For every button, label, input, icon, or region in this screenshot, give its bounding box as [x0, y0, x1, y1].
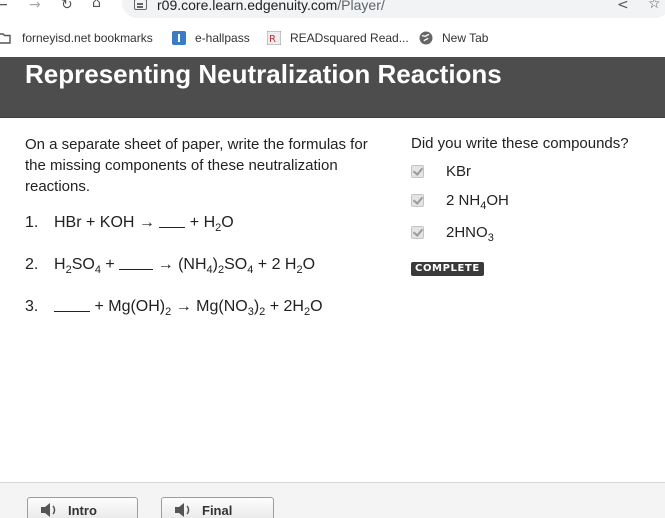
reaction-2: 2. H2SO4 + → (NH4)2SO4 + 2 H2O	[25, 256, 316, 276]
lesson-header: Representing Neutralization Reactions	[0, 57, 665, 118]
bookmark-new-tab[interactable]: New Tab	[442, 30, 488, 46]
compound-label: 2 NH4OH	[446, 192, 509, 212]
reaction-number: 3.	[25, 298, 39, 315]
checkbox[interactable]	[411, 226, 424, 239]
readsquared-icon: R	[267, 31, 281, 45]
bookmark-e-hallpass[interactable]: e-hallpass	[195, 30, 250, 46]
reaction-1: 1. HBr + KOH → + H2O	[25, 214, 234, 234]
checkbox[interactable]	[411, 165, 424, 178]
back-arrow-icon[interactable]: ←	[0, 0, 8, 13]
star-icon[interactable]: ☆	[648, 0, 661, 12]
home-icon[interactable]: ⌂	[92, 0, 101, 11]
compound-label: 2HNO3	[446, 224, 494, 244]
hallpass-icon	[172, 31, 186, 45]
bookmark-forneyisd[interactable]: forneyisd.net bookmarks	[22, 30, 153, 46]
bookmarks-bar: forneyisd.net bookmarks e-hallpass R REA…	[0, 24, 665, 52]
globe-icon	[419, 31, 433, 45]
site-info-icon[interactable]	[134, 0, 147, 10]
page-title: Representing Neutralization Reactions	[25, 59, 502, 89]
status-badge: COMPLETE	[411, 262, 484, 276]
intro-audio-button[interactable]: Intro	[27, 497, 138, 518]
final-label: Final	[202, 503, 233, 518]
browser-toolbar: ← → ↻ ⌂ r09.core.learn.edgenuity.com/Pla…	[0, 0, 665, 20]
checkbox[interactable]	[411, 194, 424, 207]
reload-icon[interactable]: ↻	[61, 0, 73, 13]
missing-blank	[119, 256, 154, 270]
speaker-icon	[41, 503, 56, 517]
share-icon[interactable]: <	[617, 0, 629, 13]
reaction-number: 1.	[25, 214, 39, 231]
instructions-text: On a separate sheet of paper, write the …	[25, 136, 368, 195]
forward-arrow-icon[interactable]: →	[29, 0, 41, 13]
url-path: /Player/	[337, 0, 385, 13]
missing-blank	[159, 214, 186, 228]
url-text[interactable]: r09.core.learn.edgenuity.com/Player/	[157, 0, 385, 14]
bookmark-readsquared[interactable]: READsquared Read...	[290, 30, 409, 46]
folder-icon	[0, 33, 11, 44]
intro-label: Intro	[68, 503, 97, 518]
speaker-icon	[175, 503, 190, 517]
compound-label: KBr	[446, 163, 472, 180]
missing-blank	[54, 298, 90, 312]
svg-text:R: R	[269, 34, 276, 45]
reaction-number: 2.	[25, 256, 39, 273]
url-host: r09.core.learn.edgenuity.com	[157, 0, 338, 13]
self-check-question: Did you write these compounds?	[411, 135, 629, 152]
final-audio-button[interactable]: Final	[161, 497, 274, 518]
reaction-3: 3. + Mg(OH)2 → Mg(NO3)2 + 2H2O	[25, 298, 323, 318]
